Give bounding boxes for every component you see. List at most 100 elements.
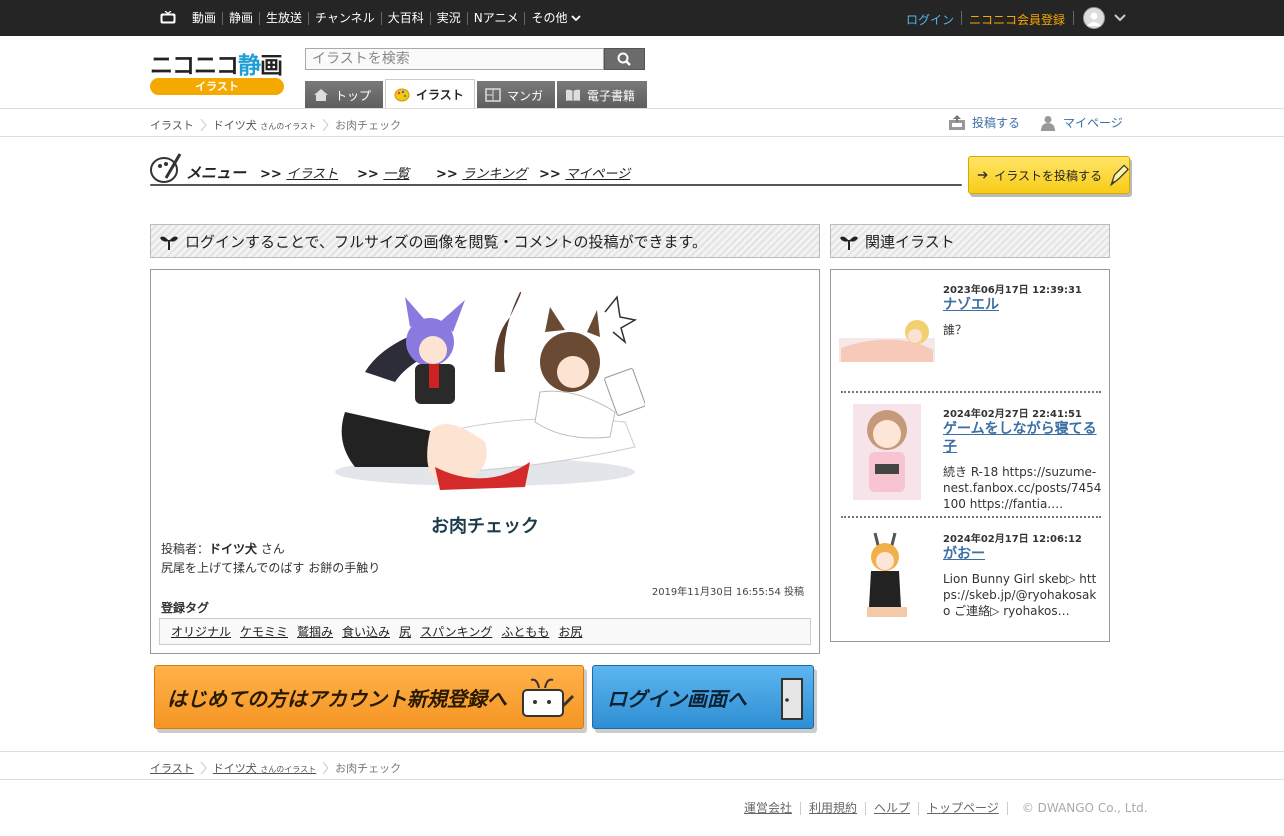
mypage-button[interactable]: マイページ (1041, 114, 1123, 131)
breadcrumb-root[interactable]: イラスト (150, 117, 194, 133)
tab-illust[interactable]: イラスト (385, 79, 475, 109)
tab-ebook[interactable]: 電子書籍 (557, 81, 647, 109)
login-link[interactable]: ログイン (906, 11, 954, 28)
chevron-right-icon (322, 119, 329, 131)
menu-underline (150, 184, 962, 186)
login-notice-header: ログインすることで、フルサイズの画像を閲覧・コメントの投稿ができます。 (150, 224, 820, 258)
login-banner[interactable]: ログイン画面へ (592, 665, 814, 729)
related-item: 2024年02月17日 12:06:12 がおー Lion Bunny Girl… (831, 519, 1109, 641)
post-date: 2019年11月30日 16:55:54 投稿 (651, 587, 804, 598)
related-thumbnail[interactable] (839, 280, 935, 376)
related-illust-header: 関連イラスト (830, 224, 1110, 258)
service-link-seiga[interactable]: 静画 (222, 11, 259, 25)
menu-item-ranking[interactable]: >> ランキング (436, 163, 527, 182)
footer-link-top[interactable]: トップページ (918, 802, 1007, 815)
tab-label: 電子書籍 (587, 88, 636, 103)
service-link-dic[interactable]: 大百科 (380, 11, 430, 25)
related-title[interactable]: ゲームをしながら寝てる子 (943, 420, 1103, 456)
related-desc: 誰？ (943, 323, 968, 337)
tab-manga[interactable]: マンガ (477, 81, 555, 109)
illustration-image[interactable] (325, 292, 645, 492)
breadcrumb: イラスト ドイツ犬 さんのイラスト お肉チェック (150, 117, 401, 133)
poster-name[interactable]: ドイツ犬 (209, 542, 257, 556)
upload-icon (949, 114, 965, 130)
illust-detail-panel: お肉チェック 投稿者：ドイツ犬 さん 尻尾を上げて揉んでのばす お餅の手触り 2… (150, 269, 820, 654)
person-icon (1041, 115, 1055, 131)
post-button[interactable]: 投稿する (948, 114, 1020, 131)
menu-item-mypage[interactable]: >> マイページ (539, 163, 630, 182)
tag-link[interactable]: スパンキング (420, 623, 492, 640)
divider (1073, 11, 1074, 25)
illust-title: お肉チェック (431, 516, 539, 537)
tag-link[interactable]: 尻 (399, 623, 411, 640)
tag-link[interactable]: お尻 (558, 623, 582, 640)
related-desc: Lion Bunny Girl skeb▷ https://skeb.jp/@r… (943, 572, 1097, 618)
tv-mascot-icon (522, 678, 575, 717)
service-more-menu[interactable]: その他 (524, 11, 587, 25)
breadcrumb-user[interactable]: ドイツ犬 さんのイラスト (213, 760, 316, 776)
related-date: 2024年02月27日 22:41:51 (943, 409, 1082, 420)
tab-label: マンガ (507, 88, 544, 103)
footer-link-help[interactable]: ヘルプ (865, 802, 918, 815)
menu-item-illust[interactable]: >> イラスト (260, 163, 338, 182)
breadcrumb: イラスト ドイツ犬 さんのイラスト お肉チェック (150, 760, 401, 776)
tag-link[interactable]: オリジナル (171, 623, 231, 640)
upload-illust-label: イラストを投稿する (994, 168, 1103, 183)
tab-label: トップ (335, 88, 372, 103)
chevron-right-icon (200, 762, 207, 774)
divider (961, 11, 962, 25)
breadcrumb-root[interactable]: イラスト (150, 760, 194, 776)
search-input[interactable] (305, 48, 604, 70)
related-title[interactable]: がおー (943, 545, 1103, 563)
service-link-video[interactable]: 動画 (186, 11, 222, 25)
tag-link[interactable]: 食い込み (342, 623, 390, 640)
section-tabs: トップ イラスト マンガ 電子書籍 (305, 79, 649, 109)
tag-link[interactable]: ふともも (501, 623, 549, 640)
related-date: 2023年06月17日 12:39:31 (943, 285, 1082, 296)
search-button[interactable] (604, 48, 645, 70)
related-date: 2024年02月17日 12:06:12 (943, 534, 1082, 545)
user-avatar[interactable] (1083, 7, 1105, 29)
search-bar (305, 48, 645, 70)
tab-top[interactable]: トップ (305, 81, 383, 109)
pen-icon (1110, 164, 1129, 187)
related-thumbnail[interactable] (839, 404, 935, 500)
service-link-channel[interactable]: チャンネル (308, 11, 381, 25)
manga-icon (485, 88, 501, 102)
palette-icon (394, 88, 410, 101)
tab-label: イラスト (416, 88, 464, 102)
register-banner[interactable]: はじめての方はアカウント新規登録へ (154, 665, 584, 729)
service-link-live[interactable]: 生放送 (259, 11, 308, 25)
service-links: 動画 静画 生放送 チャンネル 大百科 実況 Nアニメ その他 (186, 0, 587, 36)
search-icon (617, 52, 631, 66)
chevron-right-icon (200, 119, 207, 131)
footer-link-terms[interactable]: 利用規約 (800, 802, 865, 815)
related-thumbnail[interactable] (839, 529, 935, 625)
post-label: 投稿する (972, 116, 1021, 130)
tag-link[interactable]: ケモミミ (240, 623, 288, 640)
related-illust-list: 2023年06月17日 12:39:31 ナゾエル 誰？ 2024年02月27日… (830, 269, 1110, 642)
chevron-down-icon[interactable] (1113, 12, 1127, 24)
breadcrumb-user[interactable]: ドイツ犬 さんのイラスト (213, 117, 316, 133)
tag-link[interactable]: 鷲掴み (297, 623, 333, 640)
tags-label: 登録タグ (161, 601, 210, 615)
menu-title: メニュー (186, 164, 247, 182)
breadcrumb-bar-bottom: イラスト ドイツ犬 さんのイラスト お肉チェック (0, 751, 1284, 780)
breadcrumb-current: お肉チェック (335, 119, 402, 132)
site-footer: 運営会社 利用規約 ヘルプ トップページ © DWANGO Co., Ltd. (744, 802, 1148, 815)
palette-brush-icon (150, 153, 182, 183)
upload-illust-button[interactable]: イラストを投稿する (968, 156, 1130, 194)
site-logo[interactable]: ニコニコ静画 イラスト (150, 46, 286, 96)
related-item: 2024年02月27日 22:41:51 ゲームをしながら寝てる子 続き R-1… (831, 394, 1109, 516)
niconico-tv-icon[interactable] (160, 11, 176, 24)
register-link[interactable]: ニコニコ会員登録 (969, 11, 1065, 28)
global-navbar: 動画 静画 生放送 チャンネル 大百科 実況 Nアニメ その他 ログイン ニコニ… (0, 0, 1284, 36)
related-illust-title: 関連イラスト (865, 232, 955, 251)
menu-item-list[interactable]: >> 一覧 (357, 163, 409, 182)
service-link-jikkyo[interactable]: 実況 (429, 11, 467, 25)
sprout-icon (160, 236, 178, 250)
related-desc: 続き R-18 https://suzume-nest.fanbox.cc/po… (943, 465, 1102, 511)
related-title[interactable]: ナゾエル (943, 296, 1103, 314)
service-link-anime[interactable]: Nアニメ (466, 11, 525, 25)
footer-link-company[interactable]: 運営会社 (744, 802, 800, 815)
